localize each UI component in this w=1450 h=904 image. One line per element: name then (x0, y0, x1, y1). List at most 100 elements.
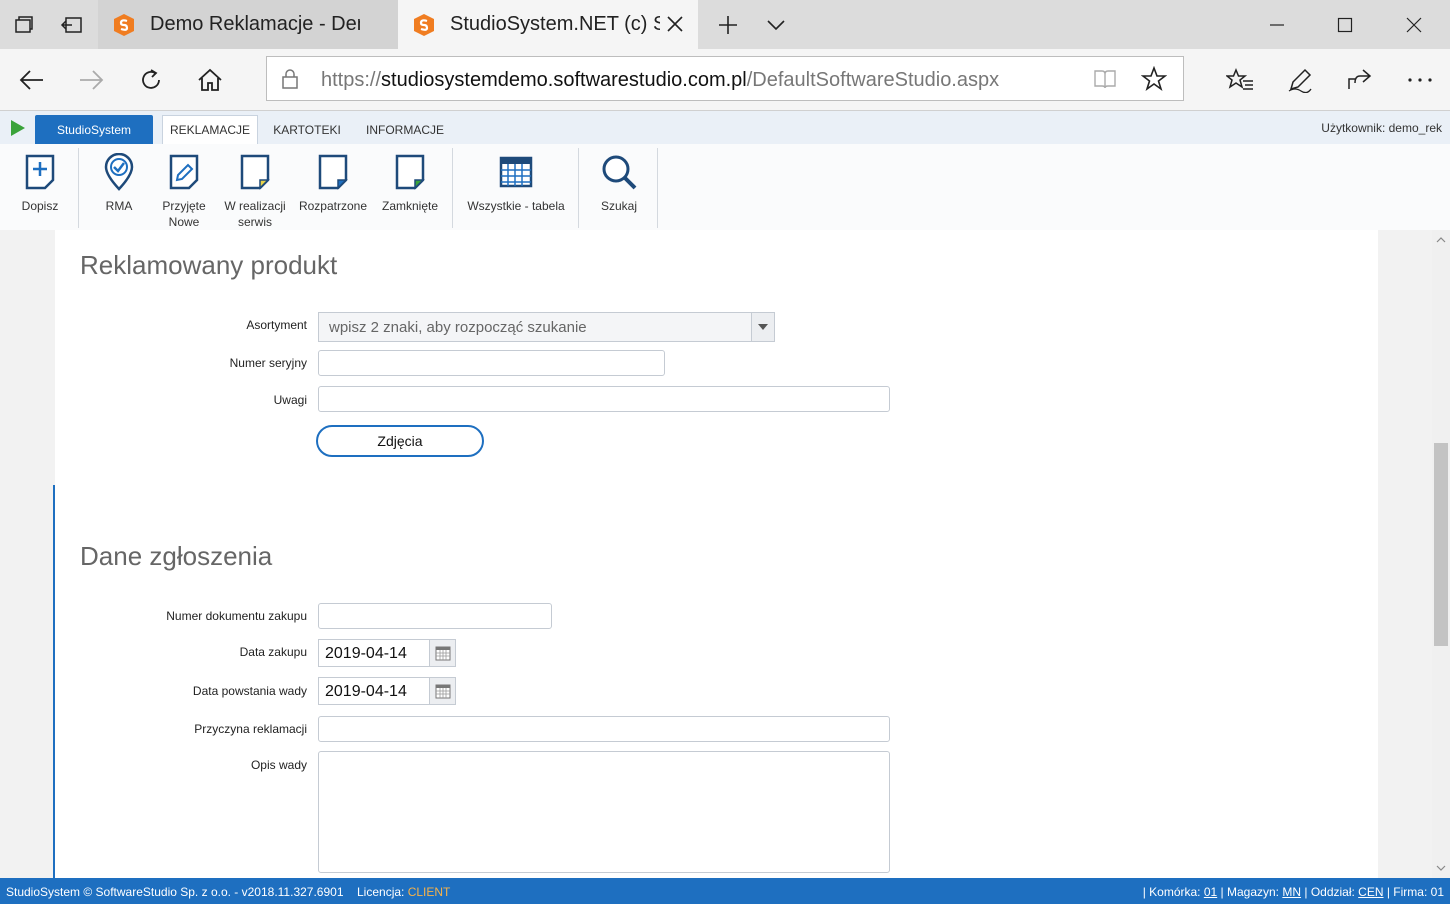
studiosystem-start-button[interactable]: StudioSystem (35, 115, 153, 144)
pen-icon (1288, 68, 1312, 93)
studiosystem-logo-icon (412, 13, 436, 37)
chevron-down-icon (767, 19, 785, 30)
close-window-button[interactable] (1380, 0, 1448, 49)
branch-value-link[interactable]: CEN (1358, 885, 1383, 899)
more-icon (1408, 78, 1432, 82)
calendar-icon[interactable] (429, 640, 455, 666)
rozpatrzone-button[interactable]: Rozpatrzone (296, 152, 370, 214)
location-check-icon (104, 153, 134, 191)
szukaj-button[interactable]: Szukaj (590, 152, 648, 214)
w-realizacji-label-1: W realizacji (224, 199, 286, 213)
new-tab-button[interactable] (704, 0, 752, 49)
przyjete-label-2: Nowe (168, 215, 200, 229)
rma-button[interactable]: RMA (92, 152, 146, 214)
scrollbar-thumb[interactable] (1434, 443, 1448, 646)
przyjete-nowe-button[interactable]: Przyjęte Nowe (154, 152, 214, 230)
tab-informacje[interactable]: INFORMACJE (358, 115, 452, 144)
share-button[interactable] (1341, 62, 1377, 98)
label-numer-seryjny: Numer seryjny (229, 356, 307, 370)
label-data-powstania: Data powstania wady (192, 684, 307, 698)
reading-view-icon[interactable] (1093, 68, 1117, 90)
set-aside-tabs-button[interactable] (48, 0, 96, 49)
dopisz-label: Dopisz (21, 199, 59, 213)
favorites-button[interactable] (1222, 62, 1258, 98)
address-bar[interactable]: https://studiosystemdemo.softwarestudio.… (266, 56, 1184, 101)
dropdown-arrow-icon[interactable] (751, 313, 774, 341)
calendar-icon[interactable] (429, 678, 455, 704)
browser-navigation-bar: https://studiosystemdemo.softwarestudio.… (0, 49, 1450, 111)
company-value: 01 (1430, 885, 1444, 899)
back-button[interactable] (14, 62, 50, 98)
document-green-icon (395, 154, 425, 190)
tab-kartoteki[interactable]: KARTOTEKI (266, 115, 348, 144)
web-note-button[interactable] (1282, 62, 1318, 98)
ribbon-separator (78, 148, 79, 228)
url-path: /DefaultSoftwareStudio.aspx (746, 69, 1000, 91)
tabs-icon (15, 15, 33, 33)
license-value: CLIENT (407, 885, 451, 899)
scroll-up-icon[interactable] (1435, 234, 1447, 246)
favorite-star-icon[interactable] (1141, 66, 1167, 92)
purchase-document-input[interactable] (318, 603, 552, 629)
tab-preview-button[interactable] (752, 0, 800, 49)
label-asortyment: Asortyment (246, 318, 307, 332)
zamkniete-label: Zamknięte (381, 199, 439, 213)
ribbon-separator (657, 148, 658, 228)
refresh-icon (142, 69, 160, 89)
asortyment-combobox[interactable]: wpisz 2 znaki, aby rozpocząć szukanie (318, 312, 775, 342)
w-realizacji-button[interactable]: W realizacji serwis (222, 152, 288, 230)
arrow-left-icon (19, 70, 43, 90)
url-domain: studiosystemdemo.softwarestudio.com.pl (381, 69, 747, 91)
przyjete-label-1: Przyjęte (162, 199, 206, 213)
serial-number-input[interactable] (318, 350, 665, 376)
browser-tab-studiosystem[interactable]: StudioSystem.NET (c) Sc (398, 0, 698, 49)
context-info: | Komórka: 01 | Magazyn: MN | Oddział: C… (1143, 885, 1444, 899)
maximize-button[interactable] (1311, 0, 1379, 49)
store-value-link[interactable]: MN (1282, 885, 1301, 899)
label-uwagi: Uwagi (273, 393, 307, 407)
label-numer-dokumentu: Numer dokumentu zakupu (166, 609, 307, 623)
branch-label: | Oddział: (1301, 885, 1359, 899)
ribbon-separator (452, 148, 453, 228)
zamkniete-button[interactable]: Zamknięte (378, 152, 442, 214)
defect-date-value: 2019-04-14 (325, 683, 407, 700)
favorites-list-icon (1226, 68, 1253, 90)
tab-title: Demo Reklamacje - Demo c (150, 13, 360, 35)
tab-reklamacje[interactable]: REKLAMACJE (162, 115, 258, 144)
browser-tab-demo[interactable]: Demo Reklamacje - Demo c (98, 0, 398, 49)
asortyment-placeholder: wpisz 2 znaki, aby rozpocząć szukanie (329, 319, 587, 336)
cell-value-link[interactable]: 01 (1204, 885, 1217, 899)
defect-description-textarea[interactable] (318, 751, 890, 873)
form-panel: Reklamowany produkt Asortyment wpisz 2 z… (55, 230, 1378, 878)
license-info: Licencja: CLIENT (357, 885, 450, 899)
more-button[interactable] (1402, 62, 1438, 98)
home-button[interactable] (192, 62, 228, 98)
label-przyczyna: Przyczyna reklamacji (194, 722, 307, 736)
purchase-date-picker[interactable]: 2019-04-14 (318, 639, 456, 667)
current-user: Użytkownik: demo_rek (1321, 121, 1442, 135)
wszystkie-label: Wszystkie - tabela (467, 199, 565, 213)
close-tab-icon[interactable] (664, 13, 686, 35)
reason-input[interactable] (318, 716, 890, 742)
play-icon[interactable] (10, 119, 26, 137)
tab-title: StudioSystem.NET (c) Sc (450, 13, 660, 35)
wszystkie-tabela-button[interactable]: Wszystkie - tabela (462, 152, 570, 214)
section-title-report: Dane zgłoszenia (80, 541, 273, 571)
refresh-button[interactable] (133, 62, 169, 98)
scroll-down-icon[interactable] (1435, 862, 1447, 874)
szukaj-label: Szukaj (600, 199, 638, 213)
minimize-icon (1270, 23, 1284, 26)
vertical-scrollbar[interactable] (1432, 230, 1450, 878)
defect-date-picker[interactable]: 2019-04-14 (318, 677, 456, 705)
notes-input[interactable] (318, 386, 890, 412)
photos-button[interactable]: Zdjęcia (316, 425, 484, 457)
minimize-button[interactable] (1243, 0, 1311, 49)
dopisz-button[interactable]: Dopisz (10, 152, 70, 214)
forward-button[interactable] (73, 62, 109, 98)
status-bar: StudioSystem © SoftwareStudio Sp. z o.o.… (0, 878, 1450, 904)
tab-actions-button[interactable] (0, 0, 48, 49)
plus-icon (719, 15, 737, 34)
copyright-version: StudioSystem © SoftwareStudio Sp. z o.o.… (6, 885, 344, 899)
url-prefix: https:// (321, 69, 382, 91)
label-opis-wady: Opis wady (250, 758, 307, 772)
